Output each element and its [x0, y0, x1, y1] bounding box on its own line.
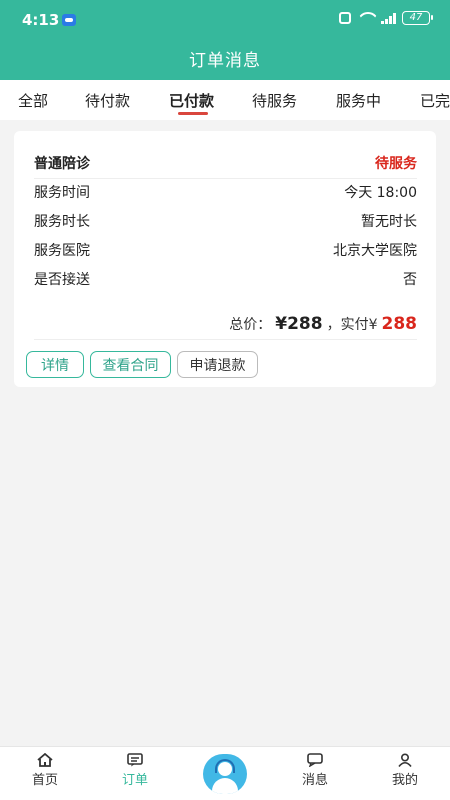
headset-icon [215, 759, 235, 773]
battery-icon: 47 [402, 11, 433, 25]
pickup-label: 是否接送 [34, 272, 90, 288]
nav-messages[interactable]: 消息 [285, 753, 345, 788]
price-summary: 总价： ¥288 ，实付¥ 288 [229, 314, 417, 334]
status-bar: 4:13 47 [0, 0, 450, 40]
view-contract-button[interactable]: 查看合同 [90, 351, 171, 378]
detail-button[interactable]: 详情 [26, 351, 84, 378]
wifi-icon [357, 12, 375, 24]
nav-mine[interactable]: 我的 [375, 753, 435, 788]
service-duration-value: 暂无时长 [361, 214, 417, 230]
message-icon [307, 753, 323, 767]
service-duration-label: 服务时长 [34, 214, 90, 230]
home-icon [37, 753, 53, 767]
service-time-row: 服务时间 今天 18:00 [34, 182, 417, 202]
status-indicators: 47 [339, 11, 433, 25]
nav-messages-label: 消息 [301, 773, 328, 788]
nav-mine-label: 我的 [391, 773, 418, 788]
signal-icon [381, 12, 396, 24]
pickup-row: 是否接送 否 [34, 269, 417, 289]
service-time-label: 服务时间 [34, 185, 90, 201]
total-label: 总价： [229, 317, 272, 333]
request-refund-button[interactable]: 申请退款 [177, 351, 258, 378]
paid-price: 288 [381, 314, 418, 334]
tab-pending-payment[interactable]: 待付款 [85, 90, 130, 111]
hospital-label: 服务医院 [34, 243, 90, 259]
order-list-icon [127, 753, 143, 767]
tab-paid[interactable]: 已付款 [169, 90, 214, 111]
status-badge: 待服务 [375, 156, 417, 172]
nav-home-label: 首页 [31, 773, 58, 788]
service-time-value: 今天 18:00 [344, 185, 417, 201]
pickup-value: 否 [403, 272, 417, 288]
tab-all[interactable]: 全部 [18, 90, 48, 111]
order-card[interactable]: 普通陪诊 待服务 服务时间 今天 18:00 服务时长 暂无时长 服务医院 北京… [14, 131, 436, 387]
service-duration-row: 服务时长 暂无时长 [34, 211, 417, 231]
customer-service-avatar-button[interactable] [203, 754, 247, 794]
nav-orders-label: 订单 [121, 773, 148, 788]
status-time: 4:13 [22, 11, 60, 29]
order-header-row: 普通陪诊 待服务 [34, 153, 417, 173]
active-tab-indicator [178, 112, 208, 115]
nav-home[interactable]: 首页 [15, 753, 75, 788]
tab-pending-service[interactable]: 待服务 [252, 90, 297, 111]
cloud-icon [62, 14, 76, 26]
page-title: 订单消息 [189, 51, 261, 71]
total-price: ¥288 [275, 314, 323, 334]
tab-in-service[interactable]: 服务中 [336, 90, 381, 111]
nfc-icon [339, 12, 351, 24]
tab-completed[interactable]: 已完 [420, 90, 450, 111]
avatar-body [212, 778, 238, 794]
user-icon [398, 753, 412, 767]
nav-orders[interactable]: 订单 [105, 753, 165, 788]
divider [34, 178, 417, 179]
order-status-tabs: 全部 待付款 已付款 待服务 服务中 已完 [0, 80, 450, 120]
hospital-value: 北京大学医院 [333, 243, 417, 259]
service-type: 普通陪诊 [34, 156, 90, 172]
hospital-row: 服务医院 北京大学医院 [34, 240, 417, 260]
paid-label: ，实付¥ [326, 317, 378, 333]
divider [34, 339, 417, 340]
app-header: 4:13 47 订单消息 [0, 0, 450, 80]
